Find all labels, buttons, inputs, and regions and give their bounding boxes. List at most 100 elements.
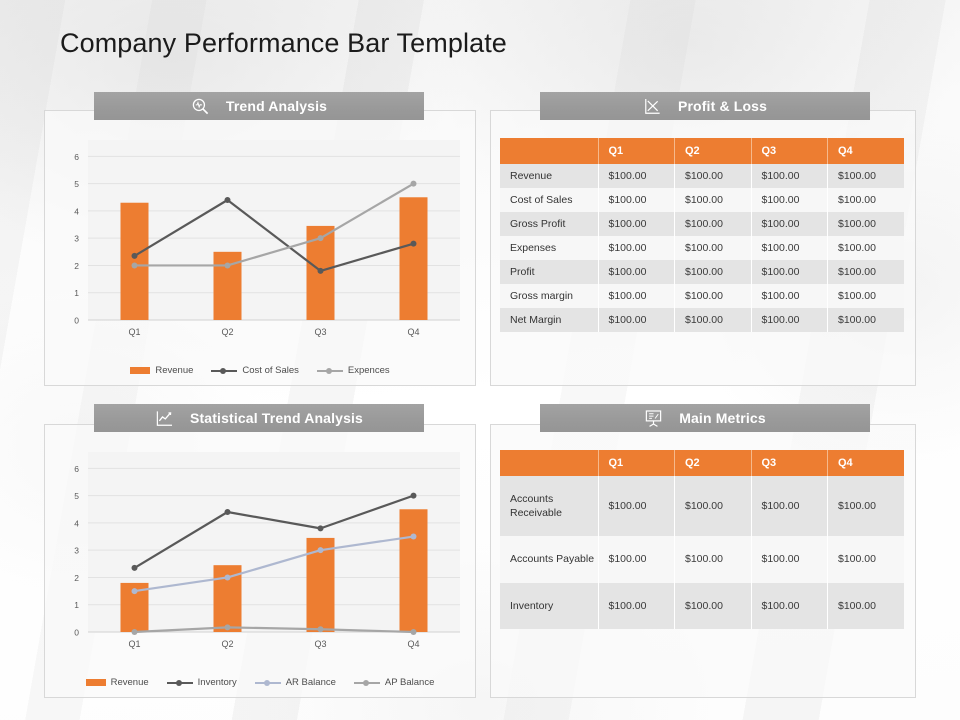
data-point — [317, 626, 324, 633]
x-axis-tick-label: Q3 — [314, 639, 326, 649]
y-axis-tick-label: 5 — [74, 491, 79, 501]
row-label: Accounts Payable — [500, 536, 599, 583]
table-cell: $100.00 — [674, 260, 752, 284]
column-header-q1: Q1 — [598, 138, 675, 164]
rising-line-chart-icon — [155, 409, 174, 428]
chart-statistical-trend: 0 1 2 3 4 5 6 Q1 Q2 Q3 Q4 Revenue Inventory AR Balan… — [52, 438, 468, 690]
table-cell: $100.00 — [674, 188, 752, 212]
data-point — [317, 547, 324, 554]
table-cell: $100.00 — [674, 536, 752, 583]
table-cell: $100.00 — [827, 236, 904, 260]
table-cell: $100.00 — [674, 212, 752, 236]
legend-item: Expences — [316, 365, 390, 376]
table-header-row: Q1 Q2 Q3 Q4 — [500, 450, 904, 476]
column-header-q4: Q4 — [827, 138, 904, 164]
legend-item: Revenue — [130, 365, 193, 376]
page-title: Company Performance Bar Template — [60, 28, 507, 58]
legend-swatch-line — [166, 679, 193, 687]
row-label: Revenue — [500, 164, 599, 188]
x-axis-tick-label: Q4 — [407, 639, 419, 649]
legend-item: Revenue — [85, 677, 149, 688]
table-cell: $100.00 — [598, 476, 675, 537]
data-point — [131, 588, 138, 595]
header-trend-analysis[interactable]: Trend Analysis — [94, 92, 424, 120]
table-row: Revenue $100.00 $100.00 $100.00 $100.00 — [500, 164, 904, 188]
header-main-metrics[interactable]: Main Metrics — [540, 404, 870, 432]
y-axis-tick-label: 4 — [74, 518, 79, 528]
y-axis-tick-label: 3 — [74, 546, 79, 556]
y-axis-tick-label: 6 — [74, 464, 79, 474]
data-point — [224, 624, 231, 631]
legend-label: Expences — [347, 365, 390, 376]
table-cell: $100.00 — [751, 212, 828, 236]
header-title: Trend Analysis — [225, 98, 328, 114]
table-cell: $100.00 — [827, 536, 904, 583]
magnifier-pulse-icon — [191, 97, 210, 116]
table-cell: $100.00 — [827, 476, 904, 537]
presentation-board-icon — [644, 409, 663, 428]
table-profit-loss: Q1 Q2 Q3 Q4 Revenue $100.00 $100.00 $100.00 $10… — [500, 138, 904, 332]
table-cell: $100.00 — [751, 260, 828, 284]
data-point — [224, 197, 231, 203]
data-point — [410, 240, 417, 247]
table-cell: $100.00 — [827, 260, 904, 284]
bar — [399, 509, 428, 632]
column-header-q2: Q2 — [674, 450, 752, 476]
row-label: Cost of Sales — [500, 188, 599, 212]
table-cell: $100.00 — [827, 308, 904, 332]
table-row: Accounts Payable $100.00 $100.00 $100.00 $10… — [500, 536, 904, 583]
table-row: Cost of Sales $100.00 $100.00 $100.00 $100.0… — [500, 188, 904, 212]
row-label: Gross Profit — [500, 212, 599, 236]
table-cell: $100.00 — [598, 236, 675, 260]
table-cell: $100.00 — [598, 308, 675, 332]
legend-swatch-line — [211, 367, 238, 375]
legend-label: AP Balance — [384, 677, 435, 688]
table-cell: $100.00 — [751, 284, 828, 308]
table-cell: $100.00 — [674, 476, 752, 537]
chart-canvas: 0 1 2 3 4 5 6 Q1 Q2 Q3 Q4 — [74, 464, 460, 649]
row-label: Profit — [500, 260, 599, 284]
bar — [399, 197, 428, 320]
data-point — [131, 252, 138, 259]
x-axis-tick-label: Q3 — [314, 327, 326, 337]
header-statistical-trend[interactable]: Statistical Trend Analysis — [94, 404, 424, 432]
table-row: Gross Profit $100.00 $100.00 $100.00 $100.00 — [500, 212, 904, 236]
data-point — [410, 629, 417, 635]
table-cell: $100.00 — [598, 188, 675, 212]
legend-label: Revenue — [110, 677, 149, 688]
column-header-q3: Q3 — [751, 450, 828, 476]
legend-swatch-line — [353, 679, 380, 687]
x-axis-tick-label: Q1 — [128, 327, 140, 337]
chart-canvas: 0 1 2 3 4 5 6 Q1 Q2 Q3 Q4 — [74, 152, 460, 337]
line-chart-axis-icon — [643, 97, 662, 116]
legend-item: Inventory — [166, 677, 237, 688]
header-profit-loss[interactable]: Profit & Loss — [540, 92, 870, 120]
table-cell: $100.00 — [827, 164, 904, 188]
data-point — [131, 564, 138, 571]
column-header-q3: Q3 — [751, 138, 828, 164]
row-label: Net Margin — [500, 308, 599, 332]
y-axis-tick-label: 4 — [74, 206, 79, 216]
line-series — [133, 494, 415, 570]
column-header-label — [500, 138, 599, 164]
table-cell: $100.00 — [827, 284, 904, 308]
y-axis-tick-label: 6 — [74, 152, 79, 162]
table-cell: $100.00 — [751, 536, 828, 583]
table-cell: $100.00 — [598, 284, 675, 308]
row-label: Inventory — [500, 582, 599, 629]
table-row: Accounts Receivable $100.00 $100.00 $100.00… — [500, 476, 904, 537]
header-title: Statistical Trend Analysis — [189, 410, 363, 426]
data-point — [317, 525, 324, 532]
table-cell: $100.00 — [598, 582, 675, 629]
table-cell: $100.00 — [751, 236, 828, 260]
x-axis-tick-label: Q2 — [221, 639, 233, 649]
data-point — [317, 267, 324, 274]
legend-label: Revenue — [155, 365, 194, 376]
table-cell: $100.00 — [598, 164, 675, 188]
table-row: Expenses $100.00 $100.00 $100.00 $100.00 — [500, 236, 904, 260]
x-axis-tick-label: Q4 — [407, 327, 419, 337]
table-cell: $100.00 — [827, 188, 904, 212]
table-cell: $100.00 — [751, 308, 828, 332]
y-axis-tick-label: 5 — [74, 179, 79, 189]
table-row: Net Margin $100.00 $100.00 $100.00 $100.00 — [500, 308, 904, 332]
